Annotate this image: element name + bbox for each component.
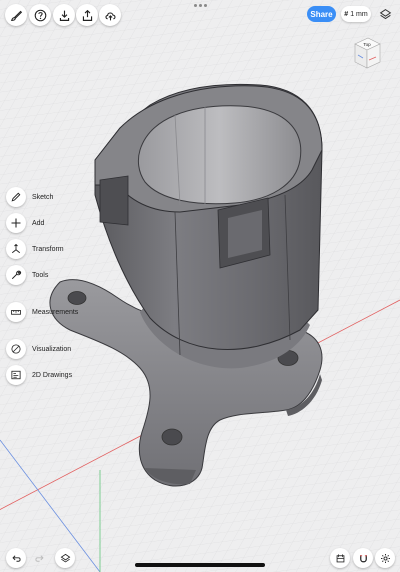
3d-viewport[interactable] xyxy=(0,0,400,572)
menu-tools-label: Tools xyxy=(32,271,49,279)
export-icon[interactable] xyxy=(76,4,98,26)
plus-icon xyxy=(6,213,26,233)
help-icon[interactable] xyxy=(29,4,51,26)
grid-size-value: 1 mm xyxy=(350,10,368,18)
menu-visualization-label: Visualization xyxy=(32,345,72,353)
view-cube[interactable]: Top xyxy=(352,36,382,72)
menu-2d-drawings-label: 2D Drawings xyxy=(32,371,73,379)
undo-icon[interactable] xyxy=(6,548,26,568)
view-cube-top-label: Top xyxy=(363,42,371,47)
menu-sketch[interactable]: Sketch xyxy=(6,186,53,208)
menu-add[interactable]: Add xyxy=(6,212,44,234)
menu-sketch-label: Sketch xyxy=(32,193,54,201)
menu-transform-label: Transform xyxy=(32,245,64,253)
redo-icon[interactable] xyxy=(29,548,49,568)
menu-visualization[interactable]: Visualization xyxy=(6,338,71,360)
menu-2d-drawings[interactable]: 2D Drawings xyxy=(6,364,72,386)
pencil-icon xyxy=(6,187,26,207)
menu-transform[interactable]: Transform xyxy=(6,238,64,260)
import-icon[interactable] xyxy=(53,4,75,26)
menu-measurements-label: Measurements xyxy=(32,308,79,316)
cloud-upload-icon[interactable] xyxy=(99,4,121,26)
more-dots[interactable] xyxy=(194,4,207,7)
home-indicator xyxy=(135,563,265,567)
paintbrush-icon[interactable] xyxy=(5,4,27,26)
magnet-icon[interactable] xyxy=(353,548,373,568)
eye-icon xyxy=(6,339,26,359)
share-button[interactable]: Share xyxy=(307,6,336,22)
menu-measurements[interactable]: Measurements xyxy=(6,301,78,323)
move-arrows-icon xyxy=(6,239,26,259)
wrench-icon xyxy=(6,265,26,285)
grid-size-button[interactable]: # 1 mm xyxy=(341,6,371,22)
grid-icon: # xyxy=(344,10,349,18)
view-options-icon[interactable] xyxy=(375,4,395,24)
settings-icon[interactable] xyxy=(375,548,395,568)
menu-add-label: Add xyxy=(32,219,45,227)
layers-icon[interactable] xyxy=(55,548,75,568)
history-icon[interactable] xyxy=(330,548,350,568)
drawing-icon xyxy=(6,365,26,385)
ruler-icon xyxy=(6,302,26,322)
menu-tools[interactable]: Tools xyxy=(6,264,48,286)
